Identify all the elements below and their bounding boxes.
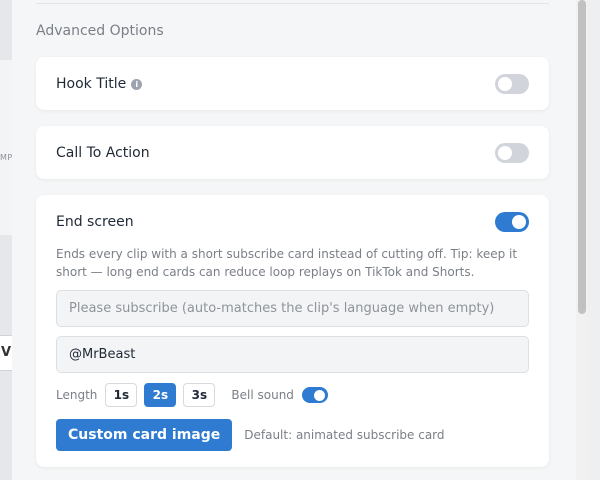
channel-handle-input[interactable] [56,336,529,373]
custom-card-hint: Default: animated subscribe card [244,428,445,442]
bell-sound-toggle[interactable] [301,387,328,403]
toggle-knob [512,215,526,229]
hook-title-card: Hook Title i [36,57,549,110]
settings-modal: Advanced Options Hook Title i Call To Ac… [12,0,588,480]
length-selector: Length 1s 2s 3s Bell sound [56,383,328,407]
hook-title-toggle[interactable] [495,74,529,94]
length-label: Length [56,388,98,402]
info-icon[interactable]: i [131,79,143,90]
custom-card-image-button[interactable]: Custom card image [56,419,233,451]
length-option-2s[interactable]: 2s [144,383,177,407]
call-to-action-label: Call To Action [56,145,150,161]
background-text-fragment: MP [0,153,13,162]
divider [36,3,549,4]
call-to-action-toggle[interactable] [495,143,529,163]
toggle-knob [314,389,326,401]
advanced-options-heading: Advanced Options [36,23,164,39]
bell-sound-label: Bell sound [231,388,294,402]
end-screen-toggle[interactable] [495,212,529,232]
subscribe-text-input[interactable] [56,290,529,327]
custom-card-row: Custom card image Default: animated subs… [56,419,445,451]
toggle-knob [498,77,512,91]
call-to-action-card: Call To Action [36,126,549,179]
scrollbar[interactable] [576,0,588,480]
end-screen-card: End screen Ends every clip with a short … [36,195,549,467]
end-screen-label: End screen [56,214,134,230]
scrollbar-thumb[interactable] [578,0,586,314]
background-text-fragment-2: V [1,345,12,360]
toggle-knob [498,146,512,160]
length-option-3s[interactable]: 3s [183,383,216,407]
length-option-1s[interactable]: 1s [105,383,138,407]
end-screen-description: Ends every clip with a short subscribe c… [56,247,518,279]
hook-title-row: Hook Title i [56,76,143,92]
hook-title-label: Hook Title [56,76,127,92]
